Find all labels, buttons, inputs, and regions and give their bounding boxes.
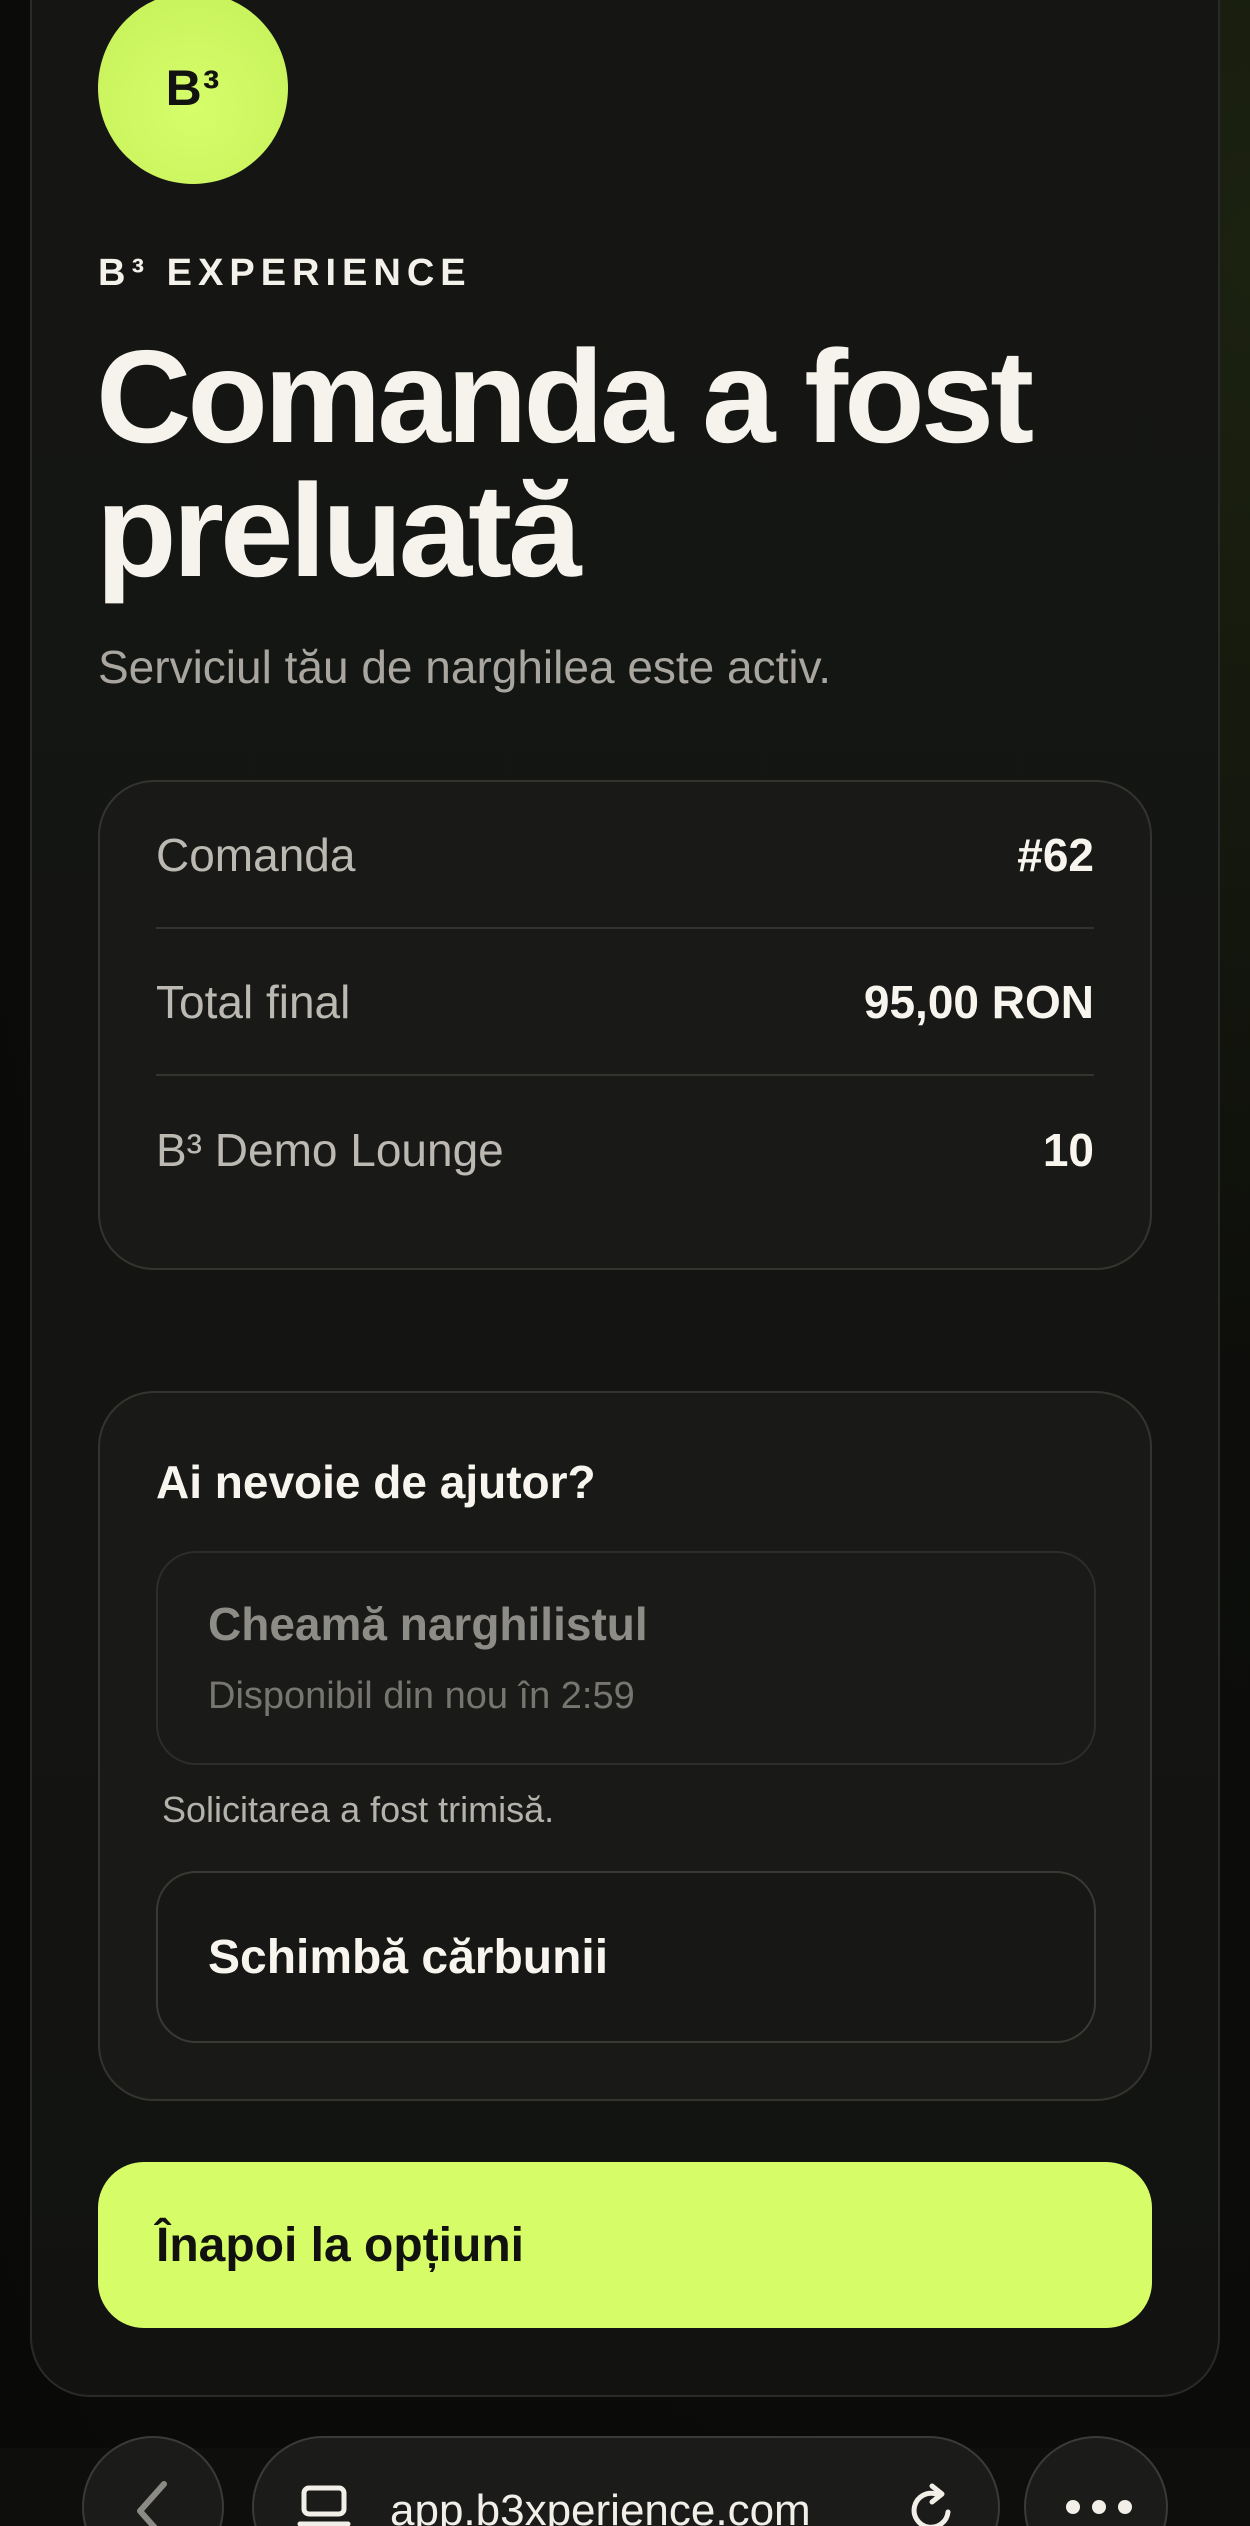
order-number: #62 — [1017, 828, 1094, 881]
title-line-2: preluată — [96, 457, 581, 604]
title-line-1: Comanda a fost — [96, 323, 1034, 470]
total-label: Total final — [156, 975, 351, 1028]
total-value: 95,00 RON — [863, 975, 1094, 1028]
order-label: Comanda — [156, 828, 356, 881]
reload-icon[interactable] — [906, 2482, 958, 2526]
page: B³ B³ EXPERIENCE Comanda a fost preluată… — [0, 0, 1250, 2526]
order-summary: Comanda #62 Total final 95,00 RON B³ Dem… — [98, 780, 1152, 1270]
change-coals-button[interactable]: Schimbă cărbunii — [156, 1871, 1096, 2043]
call-hookah-man-button[interactable]: Cheamă narghilistul Disponibil din nou î… — [156, 1551, 1096, 1765]
url-text: app.b3xperience.com — [390, 2486, 811, 2526]
brand-logo: B³ — [98, 0, 288, 184]
summary-row-total: Total final 95,00 RON — [156, 929, 1094, 1076]
page-subtitle: Serviciul tău de narghilea este activ. — [98, 641, 831, 693]
request-sent-note: Solicitarea a fost trimisă. — [162, 1789, 555, 1830]
help-title: Ai nevoie de ajutor? — [156, 1456, 596, 1508]
logo-text: B³ — [165, 60, 221, 116]
call-button-cooldown: Disponibil din nou în 2:59 — [208, 1675, 635, 1717]
lounge-label: B³ Demo Lounge — [156, 1123, 504, 1176]
summary-row-order: Comanda #62 — [156, 782, 1094, 929]
summary-row-table: B³ Demo Lounge 10 — [156, 1076, 1094, 1223]
back-to-options-button[interactable]: Înapoi la opțiuni — [98, 2162, 1152, 2328]
call-button-label: Cheamă narghilistul — [208, 1598, 648, 1650]
chevron-left-icon — [137, 2481, 167, 2526]
brand-eyebrow: B³ EXPERIENCE — [98, 252, 472, 294]
address-bar[interactable]: app.b3xperience.com — [252, 2436, 1000, 2526]
page-title: Comanda a fost preluată — [96, 330, 1156, 598]
tabs-icon — [297, 2485, 351, 2526]
help-panel: Ai nevoie de ajutor? Cheamă narghilistul… — [98, 1391, 1152, 2101]
table-number: 10 — [1042, 1123, 1094, 1176]
more-icon — [1066, 2500, 1132, 2514]
